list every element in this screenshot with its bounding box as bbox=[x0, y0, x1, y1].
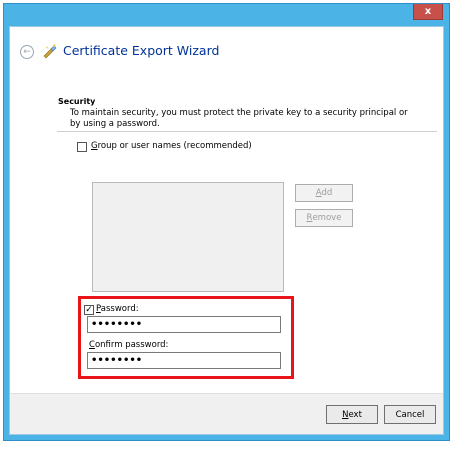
password-checkbox[interactable]: ✓ bbox=[84, 305, 94, 315]
wizard-header: ← Certificate Export Wizard bbox=[10, 27, 443, 79]
cancel-button[interactable]: Cancel bbox=[384, 405, 436, 424]
back-button[interactable]: ← bbox=[20, 45, 34, 59]
confirm-password-label: Confirm password: bbox=[89, 340, 169, 350]
password-checkbox-label[interactable]: Password: bbox=[96, 304, 139, 314]
remove-button[interactable]: Remove bbox=[295, 209, 353, 227]
confirm-password-input[interactable]: •••••••• bbox=[87, 352, 281, 369]
wizard-title: Certificate Export Wizard bbox=[63, 43, 220, 58]
next-button[interactable]: Next bbox=[326, 405, 378, 424]
wizard-window: x ← Certificate Export Wizard Security T… bbox=[3, 3, 450, 441]
close-icon: x bbox=[424, 6, 432, 17]
principal-listbox[interactable] bbox=[92, 182, 284, 292]
wizard-footer: Next Cancel bbox=[10, 393, 443, 434]
section-heading: Security bbox=[58, 97, 96, 106]
close-button[interactable]: x bbox=[413, 4, 443, 20]
section-description: To maintain security, you must protect t… bbox=[70, 108, 408, 129]
wizard-client-area: ← Certificate Export Wizard Security To … bbox=[9, 26, 444, 435]
back-arrow-icon: ← bbox=[23, 47, 31, 57]
password-input[interactable]: •••••••• bbox=[87, 316, 281, 333]
checkmark-icon: ✓ bbox=[85, 304, 93, 315]
add-button[interactable]: Add bbox=[295, 184, 353, 202]
certificate-wizard-icon bbox=[43, 44, 57, 59]
header-divider bbox=[57, 131, 437, 132]
group-checkbox-label[interactable]: Group or user names (recommended) bbox=[91, 141, 252, 151]
group-checkbox[interactable] bbox=[77, 142, 87, 152]
